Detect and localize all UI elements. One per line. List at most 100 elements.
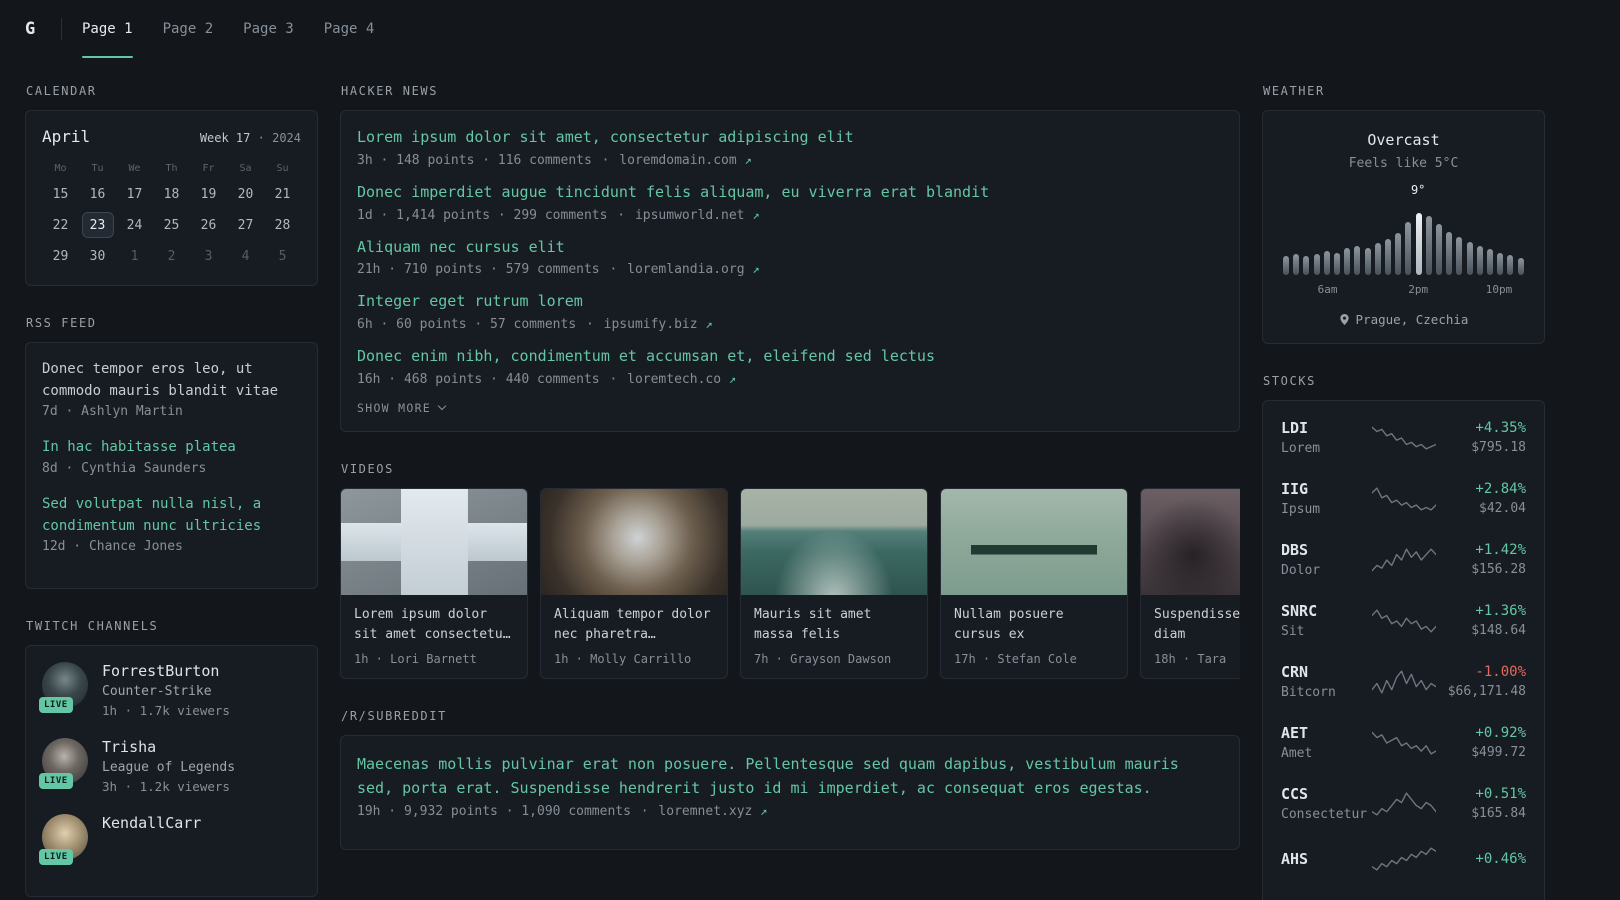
news-title-link[interactable]: Donec imperdiet augue tincidunt felis al… xyxy=(357,182,1223,204)
stock-identity: LDI Lorem xyxy=(1281,419,1372,456)
post-title-link[interactable]: Maecenas mollis pulvinar erat non posuer… xyxy=(357,752,1223,800)
weather-hour-bar xyxy=(1303,256,1310,275)
video-card[interactable]: Aliquam tempor dolor nec pharetra… 1h · … xyxy=(540,487,728,679)
stock-name: Consectetur xyxy=(1281,807,1368,822)
calendar-date: 30 xyxy=(89,248,106,264)
subreddit-post: Maecenas mollis pulvinar erat non posuer… xyxy=(357,752,1223,819)
channel-meta: 3h · 1.2k viewers xyxy=(102,779,230,795)
stock-row[interactable]: AHS +0.46% xyxy=(1281,846,1526,872)
calendar-year: 2024 xyxy=(272,131,301,145)
stock-row[interactable]: LDI Lorem +4.35% $795.18 xyxy=(1281,419,1526,456)
weather-hour-bar xyxy=(1507,254,1514,275)
stock-sparkline xyxy=(1371,669,1436,694)
stock-symbol: CCS xyxy=(1281,785,1309,803)
news-item: Lorem ipsum dolor sit amet, consectetur … xyxy=(357,127,1223,168)
rss-item: Sed volutpat nulla nisl, a condimentum n… xyxy=(42,494,301,554)
news-domain-link[interactable]: loremdomain.com ↗ xyxy=(619,153,751,168)
video-thumbnail[interactable] xyxy=(541,488,727,595)
stock-name: Dolor xyxy=(1281,563,1321,578)
calendar-date: 17 xyxy=(126,186,143,202)
post-domain-link[interactable]: loremnet.xyz ↗ xyxy=(658,804,767,819)
stock-identity: DBS Dolor xyxy=(1281,541,1372,578)
news-domain-link[interactable]: loremtech.co ↗ xyxy=(627,372,736,387)
page-tabs: Page 1 Page 2 Page 3 Page 4 xyxy=(82,0,374,58)
video-card[interactable]: Suspendisse diam 18h · Tara xyxy=(1140,487,1240,679)
stock-row[interactable]: AET Amet +0.92% $499.72 xyxy=(1281,724,1526,761)
show-more-button[interactable]: SHOW MORE xyxy=(357,401,447,415)
external-link-icon: ↗ xyxy=(744,152,752,167)
twitch-channel[interactable]: LIVE Trisha League of Legends 3h · 1.2k … xyxy=(39,738,301,795)
live-badge: LIVE xyxy=(39,697,73,714)
rss-item-title-link[interactable]: Sed volutpat nulla nisl, a condimentum n… xyxy=(42,494,301,537)
weather-condition: Overcast xyxy=(1367,131,1440,149)
calendar-date: 22 xyxy=(52,217,69,233)
twitch-channel[interactable]: LIVE ForrestBurton Counter-Strike 1h · 1… xyxy=(39,662,301,718)
stock-sparkline xyxy=(1371,847,1436,871)
stock-row[interactable]: DBS Dolor +1.42% $156.28 xyxy=(1281,541,1526,578)
calendar-day-header: Th xyxy=(165,163,178,174)
page-tab[interactable]: Page 3 xyxy=(243,0,294,58)
calendar-date: 23 xyxy=(81,212,114,238)
video-thumbnail[interactable] xyxy=(741,488,927,595)
news-title-link[interactable]: Aliquam nec cursus elit xyxy=(357,237,1223,259)
rss-item-title-link[interactable]: Donec tempor eros leo, ut commodo mauris… xyxy=(42,359,301,402)
chevron-down-icon xyxy=(437,401,447,410)
news-title-link[interactable]: Integer eget rutrum lorem xyxy=(357,291,1223,313)
video-thumbnail[interactable] xyxy=(1141,488,1240,595)
video-card[interactable]: Mauris sit amet massa felis 7h · Grayson… xyxy=(740,487,928,679)
video-thumbnail[interactable] xyxy=(941,488,1127,595)
top-nav: G Page 1 Page 2 Page 3 Page 4 xyxy=(0,0,1620,58)
stock-values: +0.46% xyxy=(1436,851,1526,867)
location-pin-icon xyxy=(1339,314,1349,325)
stock-values: +0.92% $499.72 xyxy=(1436,725,1526,760)
stock-price: $148.64 xyxy=(1471,623,1526,638)
page-tab[interactable]: Page 2 xyxy=(163,0,214,58)
meta-separator: · xyxy=(601,152,610,168)
weather-hour-bar xyxy=(1313,254,1320,275)
channel-name: Trisha xyxy=(102,738,157,757)
news-title-link[interactable]: Donec enim nibh, condimentum et accumsan… xyxy=(357,346,1223,368)
stock-row[interactable]: IIG Ipsum +2.84% $42.04 xyxy=(1281,480,1526,517)
middle-column: HACKER NEWS Lorem ipsum dolor sit amet, … xyxy=(340,84,1240,880)
video-card[interactable]: Lorem ipsum dolor sit amet consectetu… 1… xyxy=(340,487,528,679)
stock-symbol: CRN xyxy=(1281,663,1309,681)
weather-hour-bar xyxy=(1344,248,1351,275)
rss-item-title-link[interactable]: In hac habitasse platea xyxy=(42,437,301,459)
app-logo[interactable]: G xyxy=(25,19,53,39)
rss-item: In hac habitasse platea 8d · Cynthia Sau… xyxy=(42,437,301,476)
weather-card: Overcast Feels like 5°C 9° 6am 2pm 10pm … xyxy=(1262,110,1545,344)
meta-separator: · xyxy=(585,317,594,332)
calendar-month: April xyxy=(42,127,91,146)
stock-symbol: DBS xyxy=(1281,541,1309,559)
stock-price: $499.72 xyxy=(1471,745,1526,760)
news-domain-link[interactable]: ipsumify.biz ↗ xyxy=(604,317,713,332)
weather-hour-bar xyxy=(1425,216,1432,275)
weather-hour-bar xyxy=(1466,242,1473,275)
news-domain: loremlandia.org xyxy=(627,262,745,278)
video-thumbnail[interactable] xyxy=(341,488,527,595)
calendar-day-header: Fr xyxy=(202,163,215,174)
external-link-icon: ↗ xyxy=(760,803,768,818)
weather-hour-bar xyxy=(1446,231,1453,275)
news-title-link[interactable]: Lorem ipsum dolor sit amet, consectetur … xyxy=(357,127,1223,149)
stock-row[interactable]: SNRC Sit +1.36% $148.64 xyxy=(1281,602,1526,639)
news-meta: 1d · 1,414 points · 299 comments · ipsum… xyxy=(357,208,1223,223)
twitch-channel[interactable]: LIVE KendallCarr xyxy=(39,814,301,866)
weather-widget: WEATHER Overcast Feels like 5°C 9° 6am 2… xyxy=(1262,84,1545,344)
news-domain-link[interactable]: ipsumworld.net ↗ xyxy=(635,208,760,223)
page-tab[interactable]: Page 4 xyxy=(324,0,375,58)
stock-row[interactable]: CCS Consectetur +0.51% $165.84 xyxy=(1281,785,1526,822)
video-meta: 18h · Tara xyxy=(1154,651,1227,666)
rss-item-meta: 7d · Ashlyn Martin xyxy=(42,404,183,420)
video-card[interactable]: Nullam posuere cursus ex 17h · Stefan Co… xyxy=(940,487,1128,679)
hackernews-list: Lorem ipsum dolor sit amet, consectetur … xyxy=(357,127,1223,387)
twitch-widget: TWITCH CHANNELS LIVE ForrestBurton Count… xyxy=(25,619,318,898)
news-stats: 6h · 60 points · 57 comments xyxy=(357,317,577,332)
news-domain-link[interactable]: loremlandia.org ↗ xyxy=(627,262,759,277)
stock-row[interactable]: CRN Bitcorn -1.00% $66,171.48 xyxy=(1281,663,1526,700)
page-tab[interactable]: Page 1 xyxy=(82,0,133,58)
calendar-date: 1 xyxy=(130,248,139,264)
weather-hour-bar xyxy=(1385,238,1392,275)
video-meta: 7h · Grayson Dawson xyxy=(754,651,892,666)
video-title: Mauris sit amet massa felis xyxy=(754,606,872,642)
